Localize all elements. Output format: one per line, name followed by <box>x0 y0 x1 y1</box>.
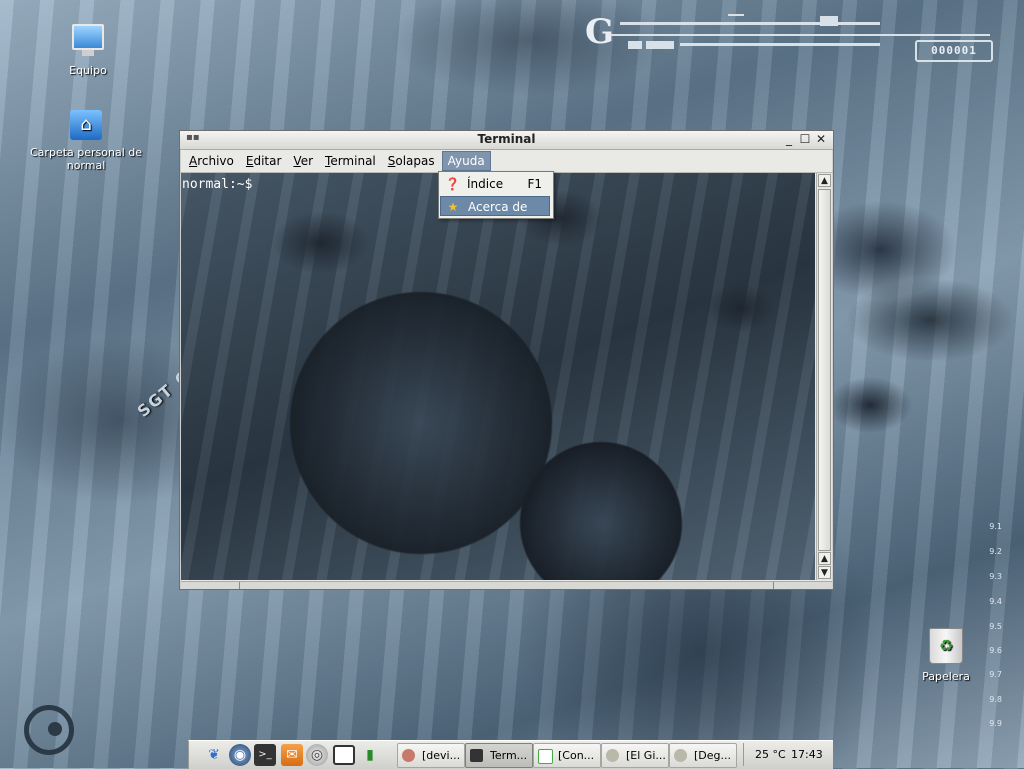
wallpaper-scale-label: 9.8 <box>989 695 1002 704</box>
task-label: Term... <box>490 749 528 762</box>
window-title: Terminal <box>477 132 536 146</box>
wallpaper-scale-label: 9.1 <box>989 522 1002 531</box>
wallpaper-hud-line <box>680 43 880 46</box>
menubar: Archivo Editar Ver Terminal Solapas Ayud… <box>180 150 833 173</box>
minimize-button[interactable]: _ <box>782 132 796 146</box>
wallpaper-hud-line <box>620 22 880 25</box>
trash-icon: ♻ <box>929 628 963 664</box>
wallpaper-scale-label: 9.5 <box>989 622 1002 631</box>
scroll-up-arrow-icon[interactable]: ▲ <box>818 174 831 187</box>
scroll-down-arrow-icon[interactable]: ▼ <box>818 566 831 579</box>
strip-divider <box>239 582 240 589</box>
strip-divider <box>773 582 774 589</box>
taskbar-task-el-gi[interactable]: [El Gi... <box>601 743 669 768</box>
terminal-launcher-icon[interactable]: >_ <box>254 744 276 766</box>
taskbar-task-devi[interactable]: [devi... <box>397 743 465 768</box>
gecko-icon <box>606 749 619 762</box>
menu-label-rest: rchivo <box>197 154 234 168</box>
menu-item-label: Acerca de <box>468 200 528 214</box>
desktop-icon-label: Papelera <box>922 670 970 683</box>
bottom-panel: ❦ ◉ >_ ✉ ◎ ▮ [devi... Term... [Con... [E… <box>188 740 833 769</box>
maximize-button[interactable]: ☐ <box>798 132 812 146</box>
terminal-scrollbar[interactable]: ▲ ▲ ▼ <box>816 173 832 580</box>
prompt-text: normal:~$ <box>182 177 253 192</box>
window-titlebar[interactable]: ▪▪ Terminal _ ☐ ✕ <box>180 131 833 150</box>
terminal-output-area[interactable]: normal:~$ <box>181 173 815 580</box>
tray-separator <box>743 743 744 766</box>
desktop-icon-label: Equipo <box>69 64 107 77</box>
web-browser-icon[interactable]: ◉ <box>229 744 251 766</box>
ayuda-dropdown-menu: ❓ Índice F1 ★ Acerca de <box>438 171 554 219</box>
wallpaper-hud-block <box>646 41 674 49</box>
network-icon[interactable]: ▮ <box>359 744 381 766</box>
taskbar-task-deg[interactable]: [Deg... <box>669 743 737 768</box>
computer-icon <box>72 24 104 56</box>
menu-item-acerca-de[interactable]: ★ Acerca de <box>440 196 550 216</box>
menu-mnemonic: V <box>293 154 301 168</box>
brain-icon <box>402 749 415 762</box>
task-label: [El Gi... <box>626 749 666 762</box>
taskbar-task-con[interactable]: [Con... <box>533 743 601 768</box>
menu-label-rest: olapas <box>395 154 435 168</box>
wallpaper-scale-label: 9.2 <box>989 547 1002 556</box>
wallpaper-ring-dot <box>48 722 62 736</box>
wallpaper-hud-line <box>728 14 744 16</box>
task-label: [Con... <box>558 749 595 762</box>
home-folder-icon: ⌂ <box>70 110 102 140</box>
menu-archivo[interactable]: Archivo <box>184 152 239 170</box>
menu-label-rest: er <box>300 154 314 168</box>
wallpaper-scale-label: 9.3 <box>989 572 1002 581</box>
terminal-cursor <box>252 175 259 188</box>
menu-label-rest: erminal <box>330 154 376 168</box>
menu-item-indice[interactable]: ❓ Índice F1 <box>440 174 550 194</box>
mail-icon[interactable]: ✉ <box>281 744 303 766</box>
taskbar-task-terminal[interactable]: Term... <box>465 743 533 768</box>
wallpaper-scale-label: 9.6 <box>989 646 1002 655</box>
menu-editar[interactable]: Editar <box>241 152 287 170</box>
screen-icon[interactable] <box>333 745 355 765</box>
scrollbar-thumb[interactable] <box>818 189 831 551</box>
wallpaper-scale-label: 9.9 <box>989 719 1002 728</box>
wallpaper-logo: G <box>585 12 614 52</box>
desktop-icon-home[interactable]: ⌂ Carpeta personal de normal <box>24 110 148 172</box>
help-icon: ❓ <box>445 177 460 191</box>
desktop-icon-label: Carpeta personal de normal <box>30 146 142 172</box>
gnome-foot-icon[interactable]: ❦ <box>203 744 225 766</box>
terminal-prompt: normal:~$ <box>182 175 259 192</box>
close-button[interactable]: ✕ <box>814 132 828 146</box>
media-player-icon[interactable]: ◎ <box>306 744 328 766</box>
wallpaper-scale-label: 9.7 <box>989 670 1002 679</box>
wallpaper-hud-block <box>628 41 642 49</box>
wallpaper-hud-counter: 000001 <box>915 40 993 62</box>
menu-solapas[interactable]: Solapas <box>383 152 440 170</box>
gecko-icon <box>674 749 687 762</box>
document-icon <box>538 749 553 764</box>
menu-item-shortcut: F1 <box>527 177 542 191</box>
menu-label-rest: ditar <box>253 154 282 168</box>
menu-ver[interactable]: Ver <box>288 152 318 170</box>
window-bottom-strip <box>181 581 832 589</box>
desktop-icon-equipo[interactable]: Equipo <box>52 24 124 77</box>
desktop-icon-papelera[interactable]: ♻ Papelera <box>910 628 982 683</box>
weather-applet[interactable]: 25 °C <box>755 743 786 766</box>
wallpaper-hud-block <box>820 16 838 26</box>
wallpaper-hud-line <box>610 34 990 36</box>
about-star-icon: ★ <box>447 200 459 214</box>
scroll-down-arrow-icon[interactable]: ▲ <box>818 552 831 565</box>
menu-item-label: Índice <box>467 177 504 191</box>
menu-terminal[interactable]: Terminal <box>320 152 381 170</box>
terminal-icon <box>470 749 483 762</box>
task-label: [Deg... <box>694 749 732 762</box>
wallpaper-scale-label: 9.4 <box>989 597 1002 606</box>
clock-applet[interactable]: 17:43 <box>791 743 823 766</box>
menu-mnemonic: A <box>189 154 198 168</box>
menu-ayuda[interactable]: Ayuda <box>441 151 491 171</box>
task-label: [devi... <box>422 749 461 762</box>
